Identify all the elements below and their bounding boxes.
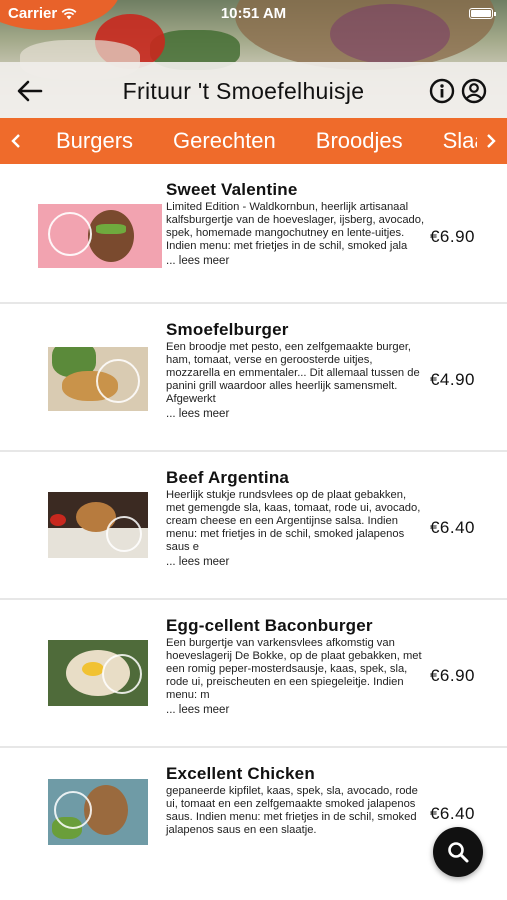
product-price: €6.90 — [429, 227, 475, 246]
info-icon[interactable] — [429, 78, 455, 104]
product-description: Een broodje met pesto, een zelfgemaakte … — [166, 341, 420, 405]
product-description: Limited Edition - Waldkornbun, heerlijk … — [166, 201, 425, 252]
product-image — [48, 779, 148, 845]
product-price: €6.40 — [429, 804, 475, 823]
product-description: Heerlijk stukje rundsvlees op de plaat g… — [166, 489, 421, 553]
category-tab-bar: Burgers Gerechten Broodjes Slaa — [0, 118, 507, 164]
product-image — [48, 492, 148, 558]
product-description: gepaneerde kipfilet, kaas, spek, sla, av… — [166, 785, 418, 836]
status-time: 10:51 AM — [220, 5, 287, 22]
battery-icon — [469, 8, 496, 19]
navigation-bar: Frituur 't Smoefelhuisje — [0, 64, 507, 118]
product-price: €6.40 — [429, 518, 475, 537]
back-arrow-icon[interactable] — [14, 76, 46, 106]
read-more-link[interactable]: ... lees meer — [166, 556, 426, 568]
page-title: Frituur 't Smoefelhuisje — [122, 78, 365, 104]
product-item[interactable]: Egg-cellent Baconburger Een burgertje va… — [0, 600, 507, 748]
tab-burgers[interactable]: Burgers — [56, 118, 133, 164]
product-item[interactable]: Sweet Valentine Limited Edition - Waldko… — [0, 164, 507, 304]
category-tabs: Burgers Gerechten Broodjes Slaa — [40, 118, 477, 164]
product-name: Smoefelburger — [166, 320, 289, 339]
product-name: Excellent Chicken — [166, 764, 315, 783]
tab-broodjes[interactable]: Broodjes — [316, 118, 403, 164]
search-icon — [448, 842, 469, 863]
product-description: Een burgertje van varkensvlees afkomstig… — [166, 637, 422, 701]
product-item[interactable]: Smoefelburger Een broodje met pesto, een… — [0, 304, 507, 452]
product-item[interactable]: Beef Argentina Heerlijk stukje rundsvlee… — [0, 452, 507, 600]
status-bar: Carrier 10:51 AM — [0, 0, 507, 28]
tab-gerechten[interactable]: Gerechten — [173, 118, 276, 164]
account-icon[interactable] — [461, 78, 487, 104]
read-more-link[interactable]: ... lees meer — [166, 704, 426, 716]
product-name: Beef Argentina — [166, 468, 290, 487]
tab-slaatjes[interactable]: Slaa — [443, 118, 477, 164]
chevron-left-icon[interactable] — [2, 118, 30, 164]
product-image — [38, 204, 162, 268]
chevron-right-icon[interactable] — [477, 118, 505, 164]
product-image — [48, 640, 148, 706]
product-name: Sweet Valentine — [166, 180, 298, 199]
search-button[interactable] — [433, 827, 483, 877]
product-image — [48, 347, 148, 411]
product-name: Egg-cellent Baconburger — [166, 616, 373, 635]
read-more-link[interactable]: ... lees meer — [166, 408, 426, 420]
product-price: €6.90 — [429, 666, 475, 685]
product-list: Sweet Valentine Limited Edition - Waldko… — [0, 164, 507, 896]
read-more-link[interactable]: ... lees meer — [166, 255, 426, 267]
product-price: €4.90 — [429, 370, 475, 389]
product-item[interactable]: Excellent Chicken gepaneerde kipfilet, k… — [0, 748, 507, 896]
